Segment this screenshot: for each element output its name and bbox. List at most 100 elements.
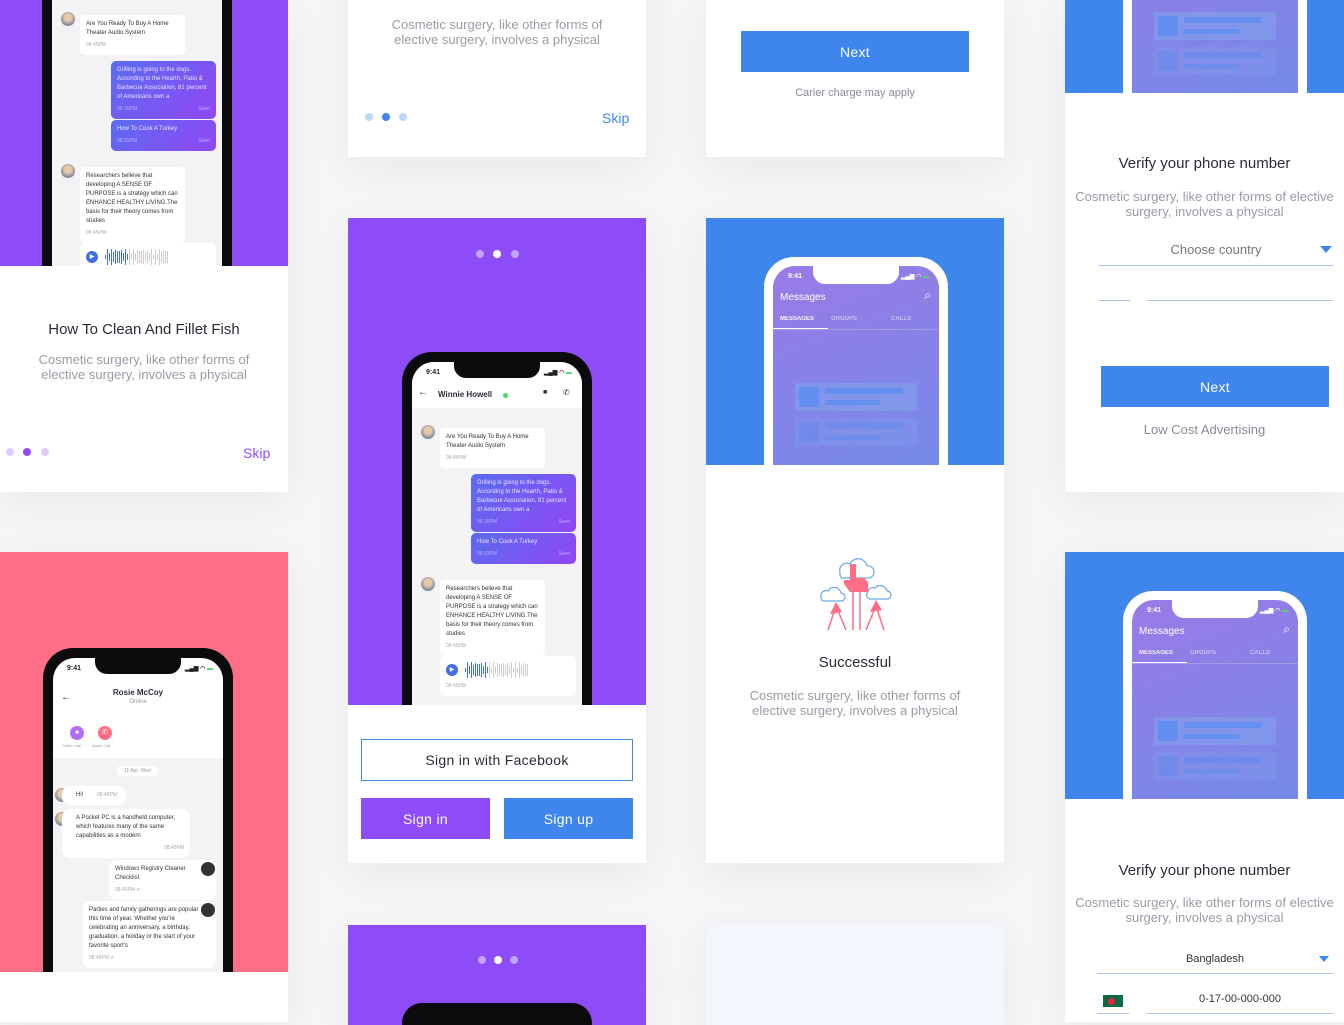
hero-blue: 9:41 ▂▄▆ ◠ ▬ Messages ⌕ MESSAGES GROUPS CALLS [1065,552,1344,799]
message-meta: 06:16PM Seen [477,518,570,527]
message-meta: 08:45PM [446,682,570,691]
page-dot-active[interactable] [382,113,390,121]
page-dot[interactable] [476,250,484,258]
waveform-bar [165,250,166,264]
onboarding-desc: Cosmetic surgery, like other forms of el… [391,17,603,47]
search-icon[interactable]: ⌕ [924,288,931,303]
country-select[interactable]: Choose country [1098,240,1334,266]
phone-frame: 9:41▂▄▆ ◠ ▬Messages⌕MESSAGESGROUPSCALLS [764,257,948,465]
audio-message[interactable]: ▶08:45PM [80,243,216,266]
skip-link[interactable]: Skip [602,110,629,126]
success-desc: Cosmetic surgery, like other forms of el… [749,688,961,718]
waveform-bar [119,251,120,263]
message-time: 08:45PM [446,455,467,461]
page-dot-active[interactable] [494,956,502,964]
page-dot[interactable] [510,956,518,964]
waveform-bar [493,662,494,678]
message-bubble: Are You Ready To Buy A Home Theater Audi… [80,15,185,55]
placeholder-line [825,435,880,440]
tab-messages[interactable]: MESSAGES [1139,650,1173,656]
search-icon[interactable]: ⌕ [1283,622,1290,637]
waveform-bar [107,249,108,265]
back-arrow-icon[interactable]: ← [418,387,428,398]
facebook-signin-button[interactable]: Sign in with Facebook [361,739,633,781]
phone-call-icon[interactable]: ✆ [563,388,570,397]
waveform-bar [131,254,132,260]
placeholder-line [1184,769,1239,774]
waveform-bar [127,254,128,260]
page-dot[interactable] [511,250,519,258]
phone-frame: 9:41▂▄▆ ◠ ▬Messages⌕MESSAGESGROUPSCALLS [1123,0,1307,93]
success-card: 9:41 ▂▄▆ ◠ ▬ Messages ⌕ MESSAGES GROUPS CALLS … [706,218,1004,863]
waveform-bar [477,663,478,677]
message-text: How To Cook A Turkey [477,539,538,545]
signup-button[interactable]: Sign up [504,798,633,839]
waveform-bar [497,662,498,678]
message-status: Seen [558,519,570,525]
video-call-icon[interactable]: ■ [70,726,84,740]
next-button[interactable]: Next [1101,366,1329,407]
waveform-bar [157,253,158,261]
waveform-bar [159,249,160,265]
next-button[interactable]: Next [741,31,969,72]
waveform-bar [503,663,504,677]
waveform-bar [121,249,122,265]
chevron-down-icon [1319,956,1329,967]
page-dot[interactable] [365,113,373,121]
phone-number-field[interactable] [1147,300,1333,301]
message-bubble: Parties and family gatherings are popula… [83,901,216,968]
phone-number-field[interactable]: 0-17-00-000-000 [1147,993,1333,1005]
tab-messages[interactable]: MESSAGES [780,316,814,322]
country-code-field[interactable] [1098,300,1130,301]
page-dot[interactable] [399,113,407,121]
avatar [421,577,435,591]
audio-message[interactable]: ▶ 08:45PM [440,656,576,696]
play-icon[interactable]: ▶ [446,664,458,676]
tab-groups[interactable]: GROUPS [831,316,857,322]
tab-calls[interactable]: CALLS [1250,650,1270,656]
message-time: 06:16PM [477,519,498,525]
audio-call-icon[interactable]: ✆ [98,726,112,740]
waveform-bar [115,250,116,264]
waveform-bar [527,664,528,676]
waveform-bar [125,249,126,265]
message-time: 08:45PM [86,42,107,48]
waveform-bar [113,252,114,262]
page-dot-active[interactable] [493,250,501,258]
message-bubble: Are You Ready To Buy A Home Theater Audi… [440,428,545,468]
message-time: 08:45PM [86,230,107,236]
signin-button[interactable]: Sign in [361,798,490,839]
waveform-bar [465,668,466,672]
placeholder-line [825,400,880,405]
waveform-bar [481,662,482,678]
skip-link[interactable]: Skip [243,445,270,461]
page-dot-active[interactable] [23,448,31,456]
message-text: How To Cook A Turkey [117,126,178,132]
tab-calls[interactable]: CALLS [891,316,911,322]
placeholder-avatar [799,387,819,407]
page-dot[interactable] [478,956,486,964]
placeholder-line [1184,29,1239,34]
play-icon[interactable]: ▶ [86,251,98,263]
placeholder-line [1184,722,1262,728]
waveform-bar [123,252,124,262]
carrier-card: Next Carier charge may apply [706,0,1004,157]
message-time: 08:45PM [446,643,467,649]
status-time: 9:41 [67,665,82,672]
tab-groups[interactable]: GROUPS [1190,650,1216,656]
page-dot[interactable] [6,448,14,456]
waveform-bar [521,665,522,675]
phone-screen: 9:41 ▂▄▆ ◠ ▬ Messages ⌕ MESSAGES GROUPS CALLS [1132,600,1298,799]
message-meta: 06:16PM Seen [117,105,210,114]
video-call-icon[interactable]: ■ [543,389,547,396]
placeholder-avatar [1158,16,1178,36]
waveform-bar [499,664,500,676]
waveform-bar [133,249,134,265]
message-meta: 08:03PM Seen [117,137,210,146]
status-time: 9:41 [788,273,803,280]
country-select[interactable]: Bangladesh [1097,950,1333,974]
placeholder-avatar [799,422,819,442]
verify-title: Verify your phone number [1118,862,1291,879]
chevron-down-icon [1320,246,1332,259]
page-dot[interactable] [41,448,49,456]
